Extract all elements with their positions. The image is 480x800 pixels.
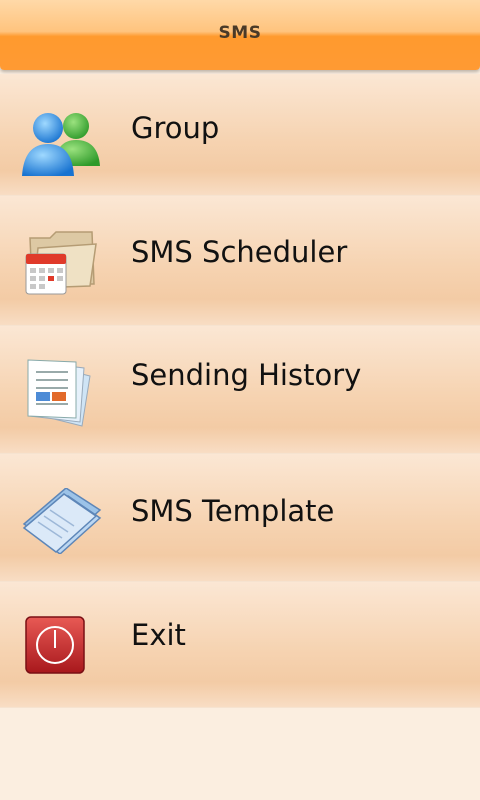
menu-item-label: Group	[131, 111, 220, 145]
documents-icon	[27, 359, 91, 427]
app-header: SMS	[0, 0, 480, 70]
menu-item-sms-scheduler[interactable]: SMS Scheduler	[0, 196, 480, 326]
calendar-folder-icon	[25, 231, 97, 295]
power-icon	[25, 616, 85, 674]
template-icon	[22, 488, 102, 554]
menu-item-label: SMS Scheduler	[131, 235, 348, 269]
menu-item-label: Exit	[131, 618, 186, 652]
menu-item-group[interactable]: Group	[0, 74, 480, 196]
group-icon	[22, 113, 100, 176]
menu-item-sms-template[interactable]: SMS Template	[0, 454, 480, 582]
menu-item-label: SMS Template	[131, 494, 335, 528]
app-title: SMS	[218, 23, 262, 43]
main-menu: Group SMS Scheduler Sending History SMS …	[0, 74, 480, 708]
menu-item-label: Sending History	[131, 358, 362, 392]
menu-item-sending-history[interactable]: Sending History	[0, 326, 480, 454]
menu-item-exit[interactable]: Exit	[0, 582, 480, 708]
